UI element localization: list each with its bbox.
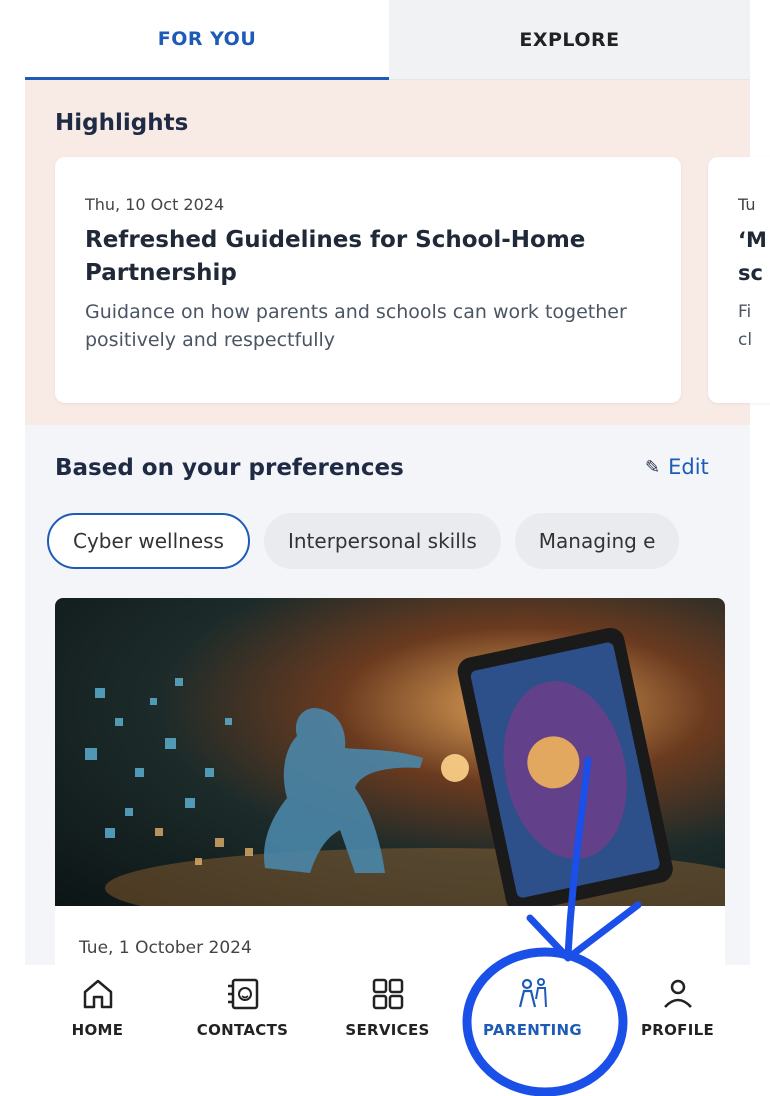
highlight-headline: ‘M sc [738,228,767,285]
tab-for-you[interactable]: FOR YOU [25,0,389,80]
highlight-date: Tu [738,195,756,214]
preferences-section: Based on your preferences ✎ Edit Cyber w… [25,425,750,965]
chip-managing[interactable]: Managing e [514,513,680,569]
edit-label: Edit [668,455,709,479]
tab-explore[interactable]: EXPLORE [389,0,750,80]
nav-profile-label: PROFILE [640,1021,715,1039]
preference-chips: Cyber wellness Interpersonal skills Mana… [47,513,680,569]
highlight-card-partial[interactable]: Tu ‘M sc Fi cl [708,157,770,403]
highlights-title: Highlights [55,110,189,136]
highlight-headline: Refreshed Guidelines for School-Home Par… [85,227,586,286]
nav-profile[interactable]: PROFILE [605,965,750,1096]
nav-parenting[interactable]: PARENTING [460,965,605,1096]
highlight-description: Fi cl [738,302,753,350]
preferences-title: Based on your preferences [55,455,404,481]
nav-contacts[interactable]: CONTACTS [170,965,315,1096]
article-image [55,598,725,906]
profile-icon [663,979,692,1008]
nav-home-label: HOME [71,1021,124,1039]
highlights-section: Highlights Thu, 10 Oct 2024 Refreshed Gu… [25,80,770,425]
contacts-icon [227,978,258,1010]
article-date: Tue, 1 October 2024 [79,938,252,958]
nav-services[interactable]: SERVICES [315,965,460,1096]
top-tabs: FOR YOU EXPLORE [25,0,750,80]
nav-parenting-label: PARENTING [483,1021,582,1039]
nav-services-label: SERVICES [345,1021,430,1039]
nav-contacts-label: CONTACTS [196,1021,289,1039]
nav-home[interactable]: HOME [25,965,170,1096]
highlight-date: Thu, 10 Oct 2024 [85,195,225,214]
highlight-card[interactable]: Thu, 10 Oct 2024 Refreshed Guidelines fo… [55,157,681,403]
bottom-navigation: HOME CONTACTS SERVICES PARENTING PROFILE [25,965,750,1096]
home-icon [83,979,112,1009]
edit-button[interactable]: ✎ Edit [645,455,709,479]
parenting-icon [518,978,547,1008]
chip-cyber-wellness[interactable]: Cyber wellness [47,513,250,569]
highlight-description: Guidance on how parents and schools can … [85,301,627,351]
chip-interpersonal-skills[interactable]: Interpersonal skills [263,513,501,569]
pencil-icon: ✎ [645,456,661,478]
article-illustration [85,627,725,906]
article-card[interactable]: Tue, 1 October 2024 [55,598,725,965]
services-grid-icon [372,978,403,1010]
